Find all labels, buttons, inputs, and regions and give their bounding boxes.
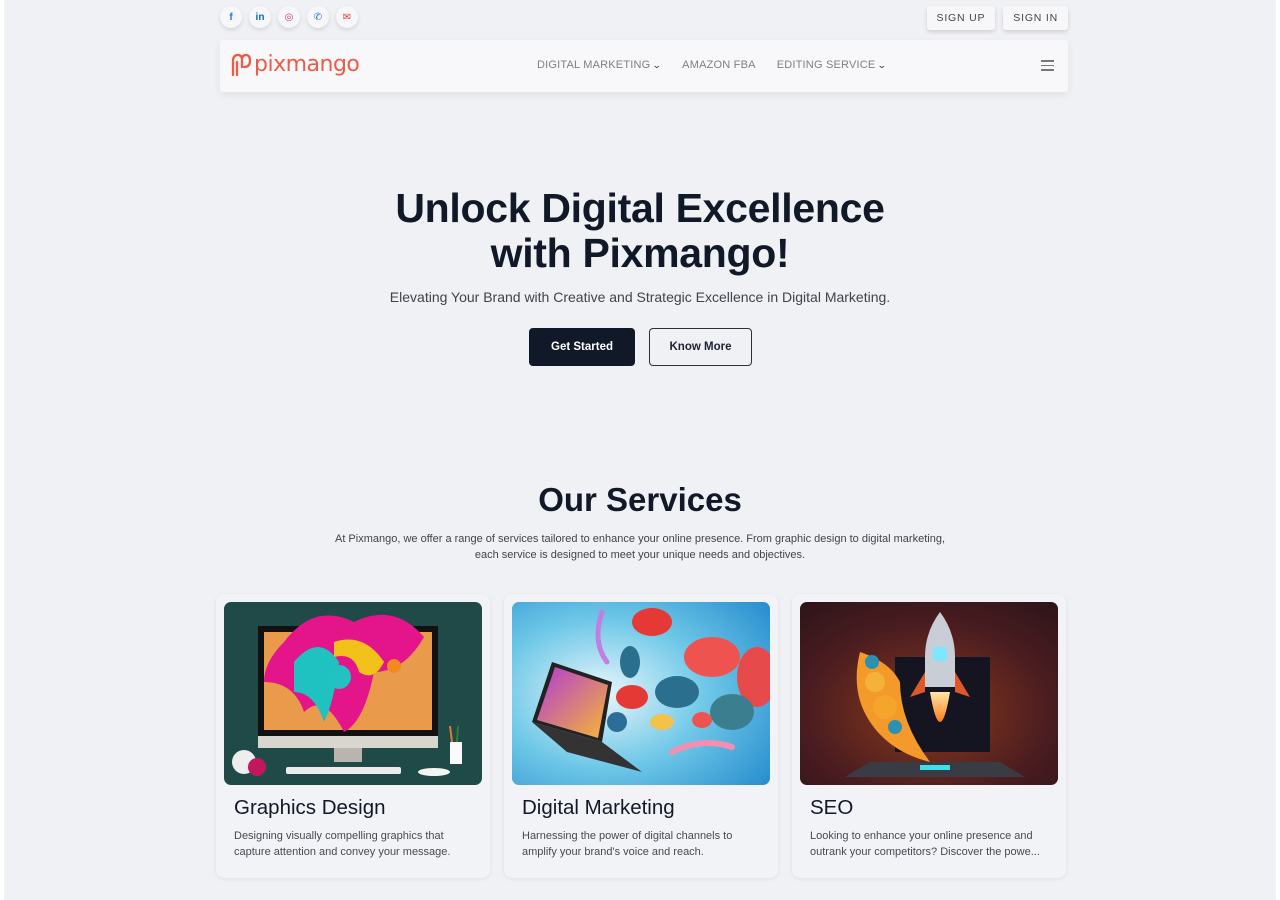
nav-digital-marketing[interactable]: DIGITAL MARKETING ⌄: [537, 59, 663, 71]
email-icon[interactable]: ✉: [336, 6, 358, 28]
main-navbar: pixmango DIGITAL MARKETING ⌄ AMAZON FBA …: [220, 40, 1068, 92]
service-card-graphics-design[interactable]: Graphics Design Designing visually compe…: [216, 594, 490, 878]
nav-amazon-fba[interactable]: AMAZON FBA: [682, 59, 756, 71]
social-links: f in ◎ ✆ ✉: [220, 6, 358, 28]
chevron-down-icon: ⌄: [652, 59, 663, 70]
get-started-button[interactable]: Get Started: [529, 328, 635, 366]
top-utility-bar: f in ◎ ✆ ✉ SIGN UP SIGN IN: [220, 6, 1068, 30]
service-card-seo[interactable]: SEO Looking to enhance your online prese…: [792, 594, 1066, 878]
nav-links: DIGITAL MARKETING ⌄ AMAZON FBA EDITING S…: [537, 59, 887, 71]
services-description-line2: each service is designed to meet your un…: [474, 549, 806, 561]
sign-up-button[interactable]: SIGN UP: [926, 6, 996, 30]
card-description: Looking to enhance your online presence …: [810, 830, 1040, 858]
hero-actions: Get Started Know More: [529, 328, 752, 366]
service-card-digital-marketing[interactable]: Digital Marketing Harnessing the power o…: [504, 594, 778, 878]
facebook-icon[interactable]: f: [220, 6, 242, 28]
logo-text: pixmango: [254, 52, 360, 77]
nav-label: EDITING SERVICE: [776, 59, 876, 71]
card-description: Harnessing the power of digital channels…: [522, 830, 733, 858]
card-description: Designing visually compelling graphics t…: [234, 830, 451, 858]
card-title: Graphics Design: [234, 796, 386, 819]
services-title: Our Services: [538, 481, 742, 518]
sign-in-button[interactable]: SIGN IN: [1003, 6, 1068, 30]
pixmango-logo-icon: [231, 53, 252, 76]
hamburger-menu-icon[interactable]: [1041, 60, 1054, 71]
hero-title: Unlock Digital Excellence with Pixmango!: [4, 186, 1276, 276]
nav-label: DIGITAL MARKETING: [537, 59, 651, 71]
digital-marketing-image: [512, 602, 770, 785]
instagram-icon[interactable]: ◎: [278, 6, 300, 28]
hero-title-line1: Unlock Digital Excellence: [395, 185, 885, 231]
know-more-button[interactable]: Know More: [649, 328, 752, 366]
hero-title-line2: with Pixmango!: [490, 230, 790, 276]
nav-label: AMAZON FBA: [682, 59, 756, 71]
page: f in ◎ ✆ ✉ SIGN UP SIGN IN pixmango DIGI…: [4, 0, 1276, 900]
chevron-down-icon: ⌄: [877, 59, 888, 70]
nav-editing-service[interactable]: EDITING SERVICE ⌄: [777, 59, 887, 71]
logo[interactable]: pixmango: [230, 52, 360, 77]
graphics-design-image: [224, 602, 482, 785]
card-title: SEO: [810, 796, 854, 819]
seo-image: [800, 602, 1058, 785]
services-description-line1: At Pixmango, we offer a range of service…: [334, 533, 946, 545]
linkedin-icon[interactable]: in: [249, 6, 271, 28]
service-cards: Graphics Design Designing visually compe…: [216, 594, 1066, 878]
card-title: Digital Marketing: [522, 796, 675, 819]
services-description: At Pixmango, we offer a range of service…: [320, 531, 960, 563]
phone-icon[interactable]: ✆: [307, 6, 329, 28]
auth-buttons: SIGN UP SIGN IN: [926, 6, 1068, 30]
hero-subtitle: Elevating Your Brand with Creative and S…: [389, 289, 891, 305]
